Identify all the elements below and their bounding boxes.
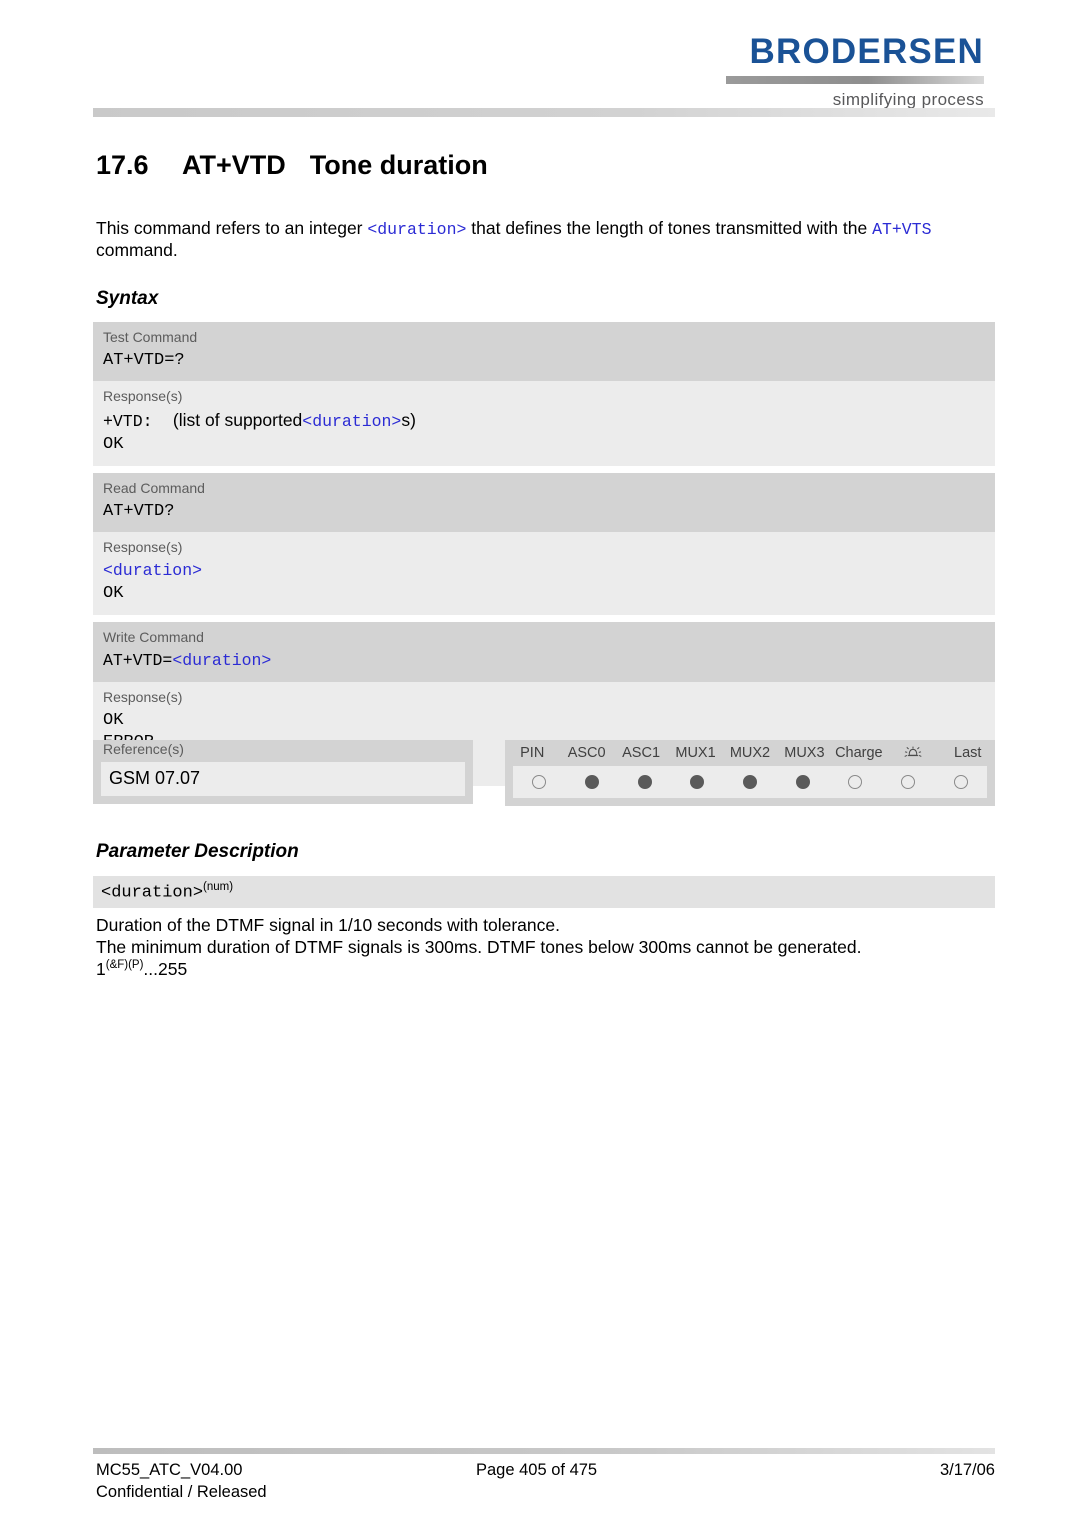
response-line: <duration> — [93, 560, 995, 583]
indicator-header-asc1: ASC1 — [622, 745, 661, 761]
reference-value: GSM 07.07 — [101, 762, 465, 796]
command-code: AT+VTD=? — [103, 351, 185, 370]
indicator-header-mux1: MUX1 — [675, 745, 716, 761]
indicator-dot-last — [953, 775, 968, 789]
indicator-cell-alarm — [882, 775, 935, 789]
logo-tagline: simplifying process — [832, 90, 984, 109]
indicator-dot-mux2 — [743, 775, 758, 789]
response-label: Response(s) — [103, 689, 183, 705]
response-line: OK — [103, 435, 124, 454]
intro-text-3: command. — [96, 240, 178, 260]
page-title: 17.6 AT+VTD Tone duration — [96, 150, 488, 181]
command-label: Read Command — [103, 480, 205, 496]
indicator-dot-mux3 — [795, 775, 810, 789]
document-page: BRODERSEN simplifying process 17.6 AT+VTD… — [0, 0, 1080, 1528]
section-heading-parameter-description: Parameter Description — [96, 841, 299, 862]
intro-param-link[interactable]: <duration> — [367, 220, 466, 239]
response-row: Response(s) <duration> OK — [93, 532, 995, 615]
logo-divider-bar — [726, 76, 984, 84]
indicator-header-last: Last — [954, 745, 982, 761]
indicator-dot-pin — [532, 775, 547, 789]
indicator-table: PIN ASC0 ASC1 MUX1 MUX2 MUX3 Charge Last — [505, 740, 995, 806]
indicator-cell-asc1 — [618, 775, 671, 789]
parameter-name-box: <duration>(num) — [93, 876, 995, 909]
indicator-cell-mux3 — [776, 775, 829, 789]
parameter-name: <duration> — [101, 883, 204, 903]
indicator-header-pin: PIN — [520, 745, 545, 761]
parameter-range: 1(&F)(P)...255 — [96, 959, 187, 980]
response-line: OK — [103, 584, 124, 603]
title-name: Tone duration — [309, 150, 488, 180]
reference-indicator-row: Reference(s) GSM 07.07 PIN ASC0 ASC1 MUX… — [93, 740, 995, 808]
footer-classification: Confidential / Released — [96, 1483, 267, 1501]
alarm-bell-icon — [903, 743, 923, 760]
command-row: Test Command AT+VTD=? — [93, 322, 995, 381]
header-divider-rule — [93, 108, 995, 117]
response-line: +VTD: (list of supported<duration>s) — [103, 410, 416, 431]
intro-paragraph: This command refers to an integer <durat… — [96, 218, 992, 261]
parameter-range-rest: ...255 — [143, 959, 188, 979]
response-label: Response(s) — [103, 539, 183, 555]
command-code: AT+VTD=<duration> — [103, 651, 272, 670]
reference-label: Reference(s) — [103, 741, 184, 757]
section-number: 17.6 — [96, 150, 149, 180]
footer-document-id: MC55_ATC_V04.00 — [96, 1461, 243, 1479]
command-label: Test Command — [103, 329, 198, 345]
parameter-range-superscript: (&F)(P) — [105, 959, 144, 972]
intro-text-2: that defines the length of tones transmi… — [466, 218, 873, 238]
indicator-cell-charge — [829, 775, 882, 789]
response-line: OK — [103, 711, 124, 730]
section-heading-syntax: Syntax — [96, 288, 159, 309]
indicator-dot-mux1 — [690, 775, 705, 789]
indicator-cell-mux1 — [671, 775, 724, 789]
footer-divider-rule — [93, 1448, 995, 1454]
response-label: Response(s) — [103, 388, 183, 404]
reference-box: Reference(s) GSM 07.07 — [93, 740, 473, 804]
indicator-cell-pin — [513, 775, 566, 789]
parameter-range-value: 1 — [96, 959, 106, 979]
indicator-cell-last — [934, 775, 987, 789]
indicator-cell-asc0 — [566, 775, 619, 789]
indicator-header-alarm — [886, 743, 940, 764]
intro-text-1: This command refers to an integer — [96, 218, 368, 238]
syntax-table: Test Command AT+VTD=? Response(s) +VTD: … — [93, 322, 995, 793]
indicator-dot-asc0 — [585, 775, 599, 789]
title-command: AT+VTD — [182, 150, 286, 180]
indicator-header-row: PIN ASC0 ASC1 MUX1 MUX2 MUX3 Charge Last — [505, 740, 995, 766]
indicator-state-row — [513, 766, 987, 798]
parameter-type-superscript: (num) — [203, 881, 234, 893]
footer-page-number: Page 405 of 475 — [476, 1461, 598, 1479]
indicator-header-asc0: ASC0 — [567, 745, 606, 761]
syntax-group-test-command: Test Command AT+VTD=? Response(s) +VTD: … — [93, 322, 995, 466]
indicator-header-charge: Charge — [835, 745, 883, 761]
indicator-dot-asc1 — [637, 775, 652, 789]
parameter-description-line: The minimum duration of DTMF signals is … — [96, 936, 862, 957]
footer-date: 3/17/06 — [939, 1461, 995, 1479]
indicator-header-mux2: MUX2 — [729, 745, 771, 761]
command-code: AT+VTD? — [103, 502, 175, 521]
command-row: Read Command AT+VTD? — [93, 473, 995, 532]
parameter-description: Duration of the DTMF signal in 1/10 seco… — [96, 915, 992, 958]
indicator-header-mux3: MUX3 — [784, 745, 825, 761]
brodersen-logo: BRODERSEN simplifying process — [726, 34, 984, 110]
response-row: Response(s) +VTD: (list of supported<dur… — [93, 381, 995, 466]
parameter-description-line: Duration of the DTMF signal in 1/10 seco… — [96, 915, 560, 935]
command-row: Write Command AT+VTD=<duration> — [93, 622, 995, 682]
syntax-group-read-command: Read Command AT+VTD? Response(s) <durati… — [93, 473, 995, 615]
intro-command-link[interactable]: AT+VTS — [872, 220, 931, 239]
indicator-dot-charge — [848, 775, 863, 789]
logo-wordmark: BRODERSEN — [749, 32, 984, 71]
indicator-dot-alarm — [901, 775, 916, 789]
response-param-link[interactable]: <duration> — [103, 561, 202, 580]
indicator-cell-mux2 — [724, 775, 777, 789]
command-label: Write Command — [103, 629, 204, 645]
